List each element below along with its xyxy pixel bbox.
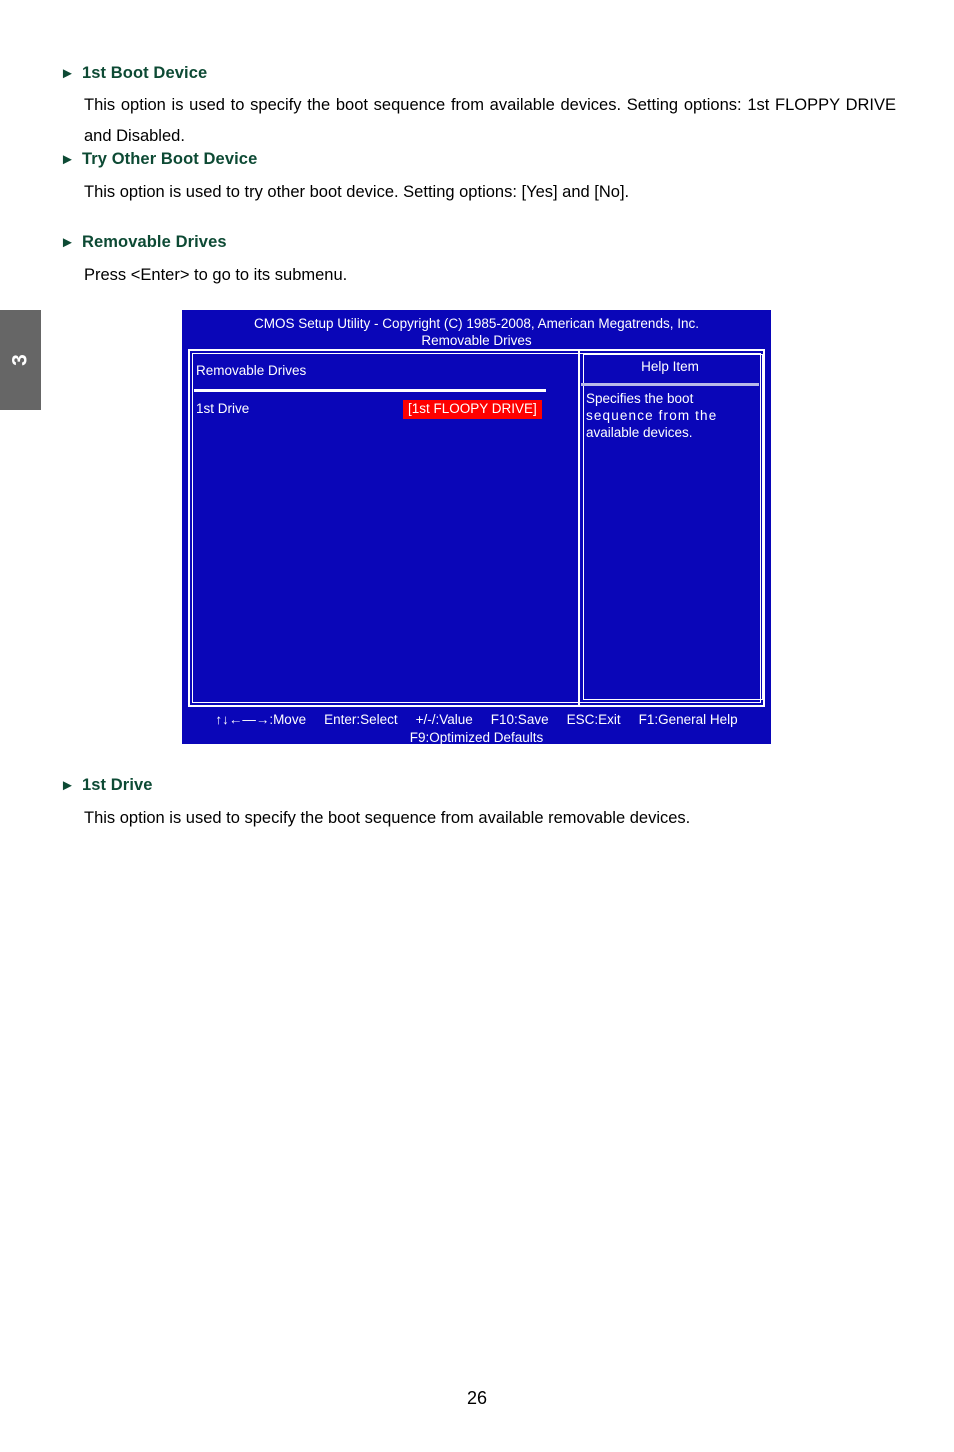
bios-title-line-2: Removable Drives: [421, 333, 532, 348]
bios-key-general-help: F1:General Help: [638, 712, 738, 727]
triangle-bullet-icon: ►: [60, 777, 75, 794]
bios-settings-pane: Removable Drives 1st Drive [1st FLOOPY D…: [191, 354, 576, 702]
bios-setting-row-1st-drive[interactable]: 1st Drive [1st FLOOPY DRIVE]: [196, 400, 568, 419]
heading-1st-drive: ► 1st Drive: [60, 776, 153, 795]
paragraph-try-other-boot-device: This option is used to try other boot de…: [84, 183, 630, 201]
bios-setting-label: 1st Drive: [196, 401, 250, 416]
triangle-bullet-icon: ►: [60, 151, 75, 168]
heading-label: 1st Boot Device: [81, 64, 208, 82]
bios-key-save: F10:Save: [490, 712, 549, 727]
bios-key-legend: ↑↓←—→:Move Enter:Select +/-/:Value F10:Save…: [182, 711, 771, 747]
bios-title: CMOS Setup Utility - Copyright (C) 1985-…: [182, 315, 771, 349]
bios-help-line-1: Specifies the boot: [586, 391, 694, 406]
bios-key-legend-row-2: F9:Optimized Defaults: [182, 729, 771, 747]
bios-key-optimized-defaults: F9:Optimized Defaults: [409, 730, 544, 745]
bios-setup-screenshot: CMOS Setup Utility - Copyright (C) 1985-…: [182, 310, 771, 747]
bios-key-select: Enter:Select: [324, 712, 398, 727]
bios-key-legend-row-1: ↑↓←—→:Move Enter:Select +/-/:Value F10:Save…: [182, 711, 771, 729]
heading-1st-boot-device: ► 1st Boot Device: [60, 64, 207, 83]
triangle-bullet-icon: ►: [60, 234, 75, 251]
chapter-tab: 3: [0, 310, 41, 410]
heading-removable-drives: ► Removable Drives: [60, 233, 227, 252]
paragraph-removable-drives: Press <Enter> to go to its submenu.: [84, 266, 348, 284]
bios-settings-divider: [194, 389, 546, 392]
heading-label: Removable Drives: [81, 233, 227, 251]
bios-help-text: Specifies the boot sequence from the ava…: [586, 390, 756, 441]
page-number: 26: [466, 1388, 488, 1408]
bios-setting-value-highlighted[interactable]: [1st FLOOPY DRIVE]: [403, 400, 542, 419]
bios-title-line-1: CMOS Setup Utility - Copyright (C) 1985-…: [254, 316, 699, 331]
bios-key-move: ↑↓←—→:Move: [215, 712, 307, 727]
paragraph-1st-drive: This option is used to specify the boot …: [84, 809, 691, 827]
bios-help-line-2: sequence from the: [586, 408, 718, 423]
heading-label: Try Other Boot Device: [81, 150, 258, 168]
bios-settings-pane-title: Removable Drives: [196, 363, 307, 378]
bios-help-title: Help Item: [641, 359, 699, 374]
triangle-bullet-icon: ►: [60, 65, 75, 82]
paragraph-1st-boot-device: This option is used to specify the boot …: [84, 96, 896, 145]
bios-key-exit: ESC:Exit: [566, 712, 621, 727]
chapter-number: 3: [8, 354, 32, 366]
heading-label: 1st Drive: [81, 776, 153, 794]
bios-key-value: +/-/:Value: [415, 712, 473, 727]
heading-try-other-boot-device: ► Try Other Boot Device: [60, 150, 257, 169]
bios-help-divider: [581, 383, 759, 386]
bios-help-pane: Help Item Specifies the boot sequence fr…: [578, 351, 767, 705]
bios-help-line-3: available devices.: [586, 425, 693, 440]
